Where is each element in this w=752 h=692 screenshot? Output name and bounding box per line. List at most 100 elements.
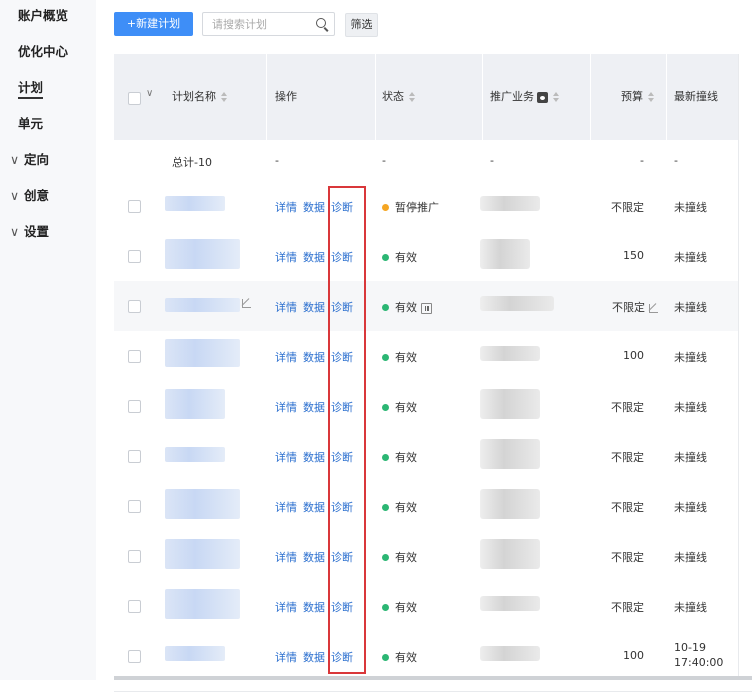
budget-value: 不限定 — [611, 601, 644, 614]
latest-value: 未撞线 — [674, 401, 707, 414]
new-plan-button[interactable]: +新建计划 — [114, 12, 193, 36]
row-checkbox[interactable] — [128, 350, 141, 363]
detail-link[interactable]: 详情 — [275, 451, 297, 464]
latest-time: 17:40:00 — [674, 656, 724, 669]
data-link[interactable]: 数据 — [303, 501, 325, 514]
horizontal-scrollbar[interactable] — [114, 676, 752, 680]
sidebar-item-account-overview[interactable]: 账户概览 — [18, 8, 68, 24]
plan-name-blurred[interactable] — [165, 389, 225, 419]
column-divider — [666, 54, 667, 140]
row-checkbox[interactable] — [128, 200, 141, 213]
detail-link[interactable]: 详情 — [275, 201, 297, 214]
row-checkbox[interactable] — [128, 500, 141, 513]
table-right-edge — [738, 54, 752, 680]
chevron-down-icon[interactable]: ∨ — [146, 88, 153, 99]
detail-link[interactable]: 详情 — [275, 251, 297, 264]
sidebar-item-label: 创意 — [24, 188, 50, 203]
detail-link[interactable]: 详情 — [275, 551, 297, 564]
sidebar-item-creative[interactable]: ∨ 创意 — [10, 188, 50, 204]
table-row: 详情 数据 诊断 有效 不限定 未撞线 — [114, 481, 752, 532]
row-checkbox[interactable] — [128, 450, 141, 463]
latest-value: 10-19 17:40:00 — [674, 640, 723, 670]
edit-icon[interactable] — [649, 303, 658, 313]
edit-icon[interactable] — [242, 299, 251, 308]
filter-button[interactable]: 筛选 — [345, 13, 378, 37]
plan-name-blurred[interactable] — [165, 196, 225, 211]
sidebar-item-label: 设置 — [24, 224, 50, 239]
column-header-budget[interactable]: 预算 — [621, 54, 654, 140]
latest-value: 未撞线 — [674, 351, 707, 364]
row-checkbox[interactable] — [128, 650, 141, 663]
row-checkbox[interactable] — [128, 250, 141, 263]
status-label: 有效 — [395, 301, 417, 314]
detail-link[interactable]: 详情 — [275, 651, 297, 664]
info-icon[interactable] — [537, 91, 548, 103]
latest-value: 未撞线 — [674, 601, 707, 614]
budget-cell: 不限定 — [612, 299, 658, 315]
sidebar-item-settings[interactable]: ∨ 设置 — [10, 224, 50, 240]
table-row: 详情 数据 诊断 有效 不限定 未撞线 — [114, 431, 752, 482]
data-link[interactable]: 数据 — [303, 251, 325, 264]
status-cell: 有效 — [382, 349, 417, 365]
sidebar-item-plan[interactable]: 计划 — [18, 80, 44, 99]
status-label: 暂停推广 — [395, 201, 439, 214]
plan-name-blurred[interactable] — [165, 589, 240, 619]
budget-value: 100 — [623, 649, 644, 662]
total-business: - — [490, 154, 494, 167]
column-divider — [482, 54, 483, 140]
pause-icon[interactable] — [421, 302, 432, 314]
total-name: 总计-10 — [172, 156, 212, 169]
column-header-name[interactable]: 计划名称 — [172, 54, 227, 140]
table-row: 详情 数据 诊断 暂停推广 不限定 未撞线 — [114, 181, 752, 232]
budget-value: 不限定 — [612, 301, 645, 314]
detail-link[interactable]: 详情 — [275, 301, 297, 314]
sidebar-item-label: 账户概览 — [18, 8, 69, 23]
select-all-checkbox[interactable] — [128, 92, 141, 105]
search-icon[interactable] — [316, 18, 326, 28]
sidebar-item-unit[interactable]: 单元 — [18, 116, 43, 132]
column-header-status[interactable]: 状态 — [382, 54, 415, 140]
status-dot-icon — [382, 453, 389, 461]
data-link[interactable]: 数据 — [303, 601, 325, 614]
sidebar-item-label: 优化中心 — [18, 44, 69, 59]
row-checkbox[interactable] — [128, 400, 141, 413]
data-link[interactable]: 数据 — [303, 201, 325, 214]
detail-link[interactable]: 详情 — [275, 601, 297, 614]
total-status: - — [382, 154, 386, 167]
status-dot-icon — [382, 403, 389, 411]
search-input[interactable] — [203, 13, 312, 35]
plan-name-blurred[interactable] — [165, 339, 240, 367]
plan-name-blurred[interactable] — [165, 489, 240, 519]
status-label: 有效 — [395, 351, 417, 364]
data-link[interactable]: 数据 — [303, 351, 325, 364]
detail-link[interactable]: 详情 — [275, 401, 297, 414]
data-link[interactable]: 数据 — [303, 651, 325, 664]
sort-icon[interactable] — [553, 92, 559, 102]
data-link[interactable]: 数据 — [303, 401, 325, 414]
plan-name-blurred[interactable] — [165, 646, 225, 661]
sort-icon[interactable] — [221, 92, 227, 102]
status-label: 有效 — [395, 601, 417, 614]
plan-name-blurred[interactable] — [165, 239, 240, 269]
row-checkbox[interactable] — [128, 300, 141, 313]
column-header-business[interactable]: 推广业务 — [490, 54, 559, 140]
sort-icon[interactable] — [409, 92, 415, 102]
chevron-down-icon: ∨ — [10, 188, 20, 203]
data-link[interactable]: 数据 — [303, 551, 325, 564]
plan-name-blurred[interactable] — [165, 447, 225, 462]
status-dot-icon — [382, 603, 389, 611]
detail-link[interactable]: 详情 — [275, 351, 297, 364]
sort-icon[interactable] — [648, 92, 654, 102]
sidebar-item-targeting[interactable]: ∨ 定向 — [10, 152, 49, 168]
search-box — [202, 12, 335, 36]
row-checkbox[interactable] — [128, 550, 141, 563]
data-link[interactable]: 数据 — [303, 451, 325, 464]
plan-name-blurred[interactable] — [165, 298, 240, 312]
detail-link[interactable]: 详情 — [275, 501, 297, 514]
plan-name-blurred[interactable] — [165, 539, 240, 569]
status-label: 有效 — [395, 651, 417, 664]
row-checkbox[interactable] — [128, 600, 141, 613]
sidebar-item-optimization[interactable]: 优化中心 — [18, 44, 68, 60]
data-link[interactable]: 数据 — [303, 301, 325, 314]
latest-value: 未撞线 — [674, 251, 707, 264]
